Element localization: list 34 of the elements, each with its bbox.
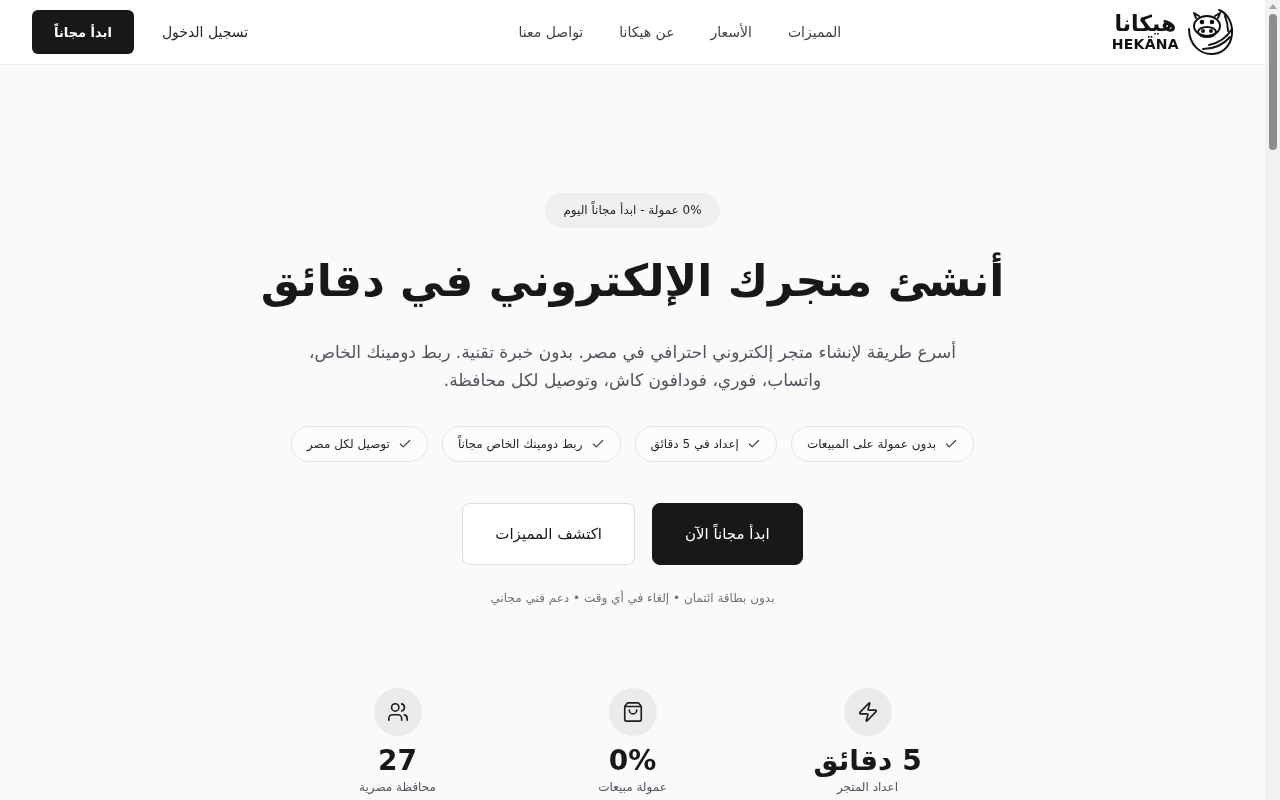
feature-label: إعداد في 5 دقائق <box>650 437 739 451</box>
feature-label: بدون عمولة على المبيعات <box>806 437 937 451</box>
hero-subtitle: أسرع طريقة لإنشاء متجر إلكتروني احترافي في مصر. بدون خبرة تقنية. ربط دومينك الخاص، واتساب، فوري، فودافون كاش، وتوصيل لكل محافظة. <box>307 340 958 393</box>
scroll-up-arrow-icon[interactable] <box>1268 4 1277 9</box>
promo-badge: 0% عمولة - ابدأ مجاناً اليوم <box>545 193 720 228</box>
feature-label: توصيل لكل مصر <box>307 437 390 451</box>
hero-title: أنشئ متجرك الإلكتروني في دقائق <box>260 240 1005 321</box>
logo-wordmark: هيكانا <box>1114 12 1177 36</box>
check-icon <box>746 437 761 451</box>
nav-link[interactable]: المميزات <box>787 24 842 40</box>
feature-label: ربط دومينك الخاص مجاناً <box>457 437 583 451</box>
stat-value: 0% <box>608 744 657 778</box>
check-icon <box>397 437 412 451</box>
nav-link[interactable]: عن هيكانا <box>619 24 675 40</box>
users-icon <box>373 688 422 736</box>
nav-link[interactable]: الأسعار <box>710 24 752 40</box>
stat-label: اعداد المتجر <box>836 779 899 796</box>
shopping-bag-icon <box>608 688 657 736</box>
scrollbar-thumb[interactable] <box>1268 14 1277 150</box>
start-free-button[interactable]: ابدأ مجاناً <box>32 10 134 54</box>
login-link[interactable]: تسجيل الدخول <box>161 24 249 40</box>
explore-features-button[interactable]: اكتشف المميزات <box>462 503 635 565</box>
stat-value: 27 <box>378 744 417 778</box>
stat-label: محافظة مصرية <box>359 779 436 796</box>
logo-wordmark: HEKÄNA <box>1111 36 1179 52</box>
check-icon <box>590 437 605 451</box>
check-icon <box>944 437 959 451</box>
stat-value: 5 دقائق <box>813 744 922 778</box>
stat-label: عمولة مبيعات <box>598 779 667 796</box>
scrollbar-track[interactable] <box>1265 0 1280 800</box>
hero-note: بدون بطاقة ائتمان • إلغاء في أي وقت • دعم فني مجاني <box>490 589 775 608</box>
lightning-icon <box>843 688 892 736</box>
start-free-now-button[interactable]: ابدأ مجاناً الآن <box>652 503 803 565</box>
nav-link[interactable]: تواصل معنا <box>518 24 584 40</box>
